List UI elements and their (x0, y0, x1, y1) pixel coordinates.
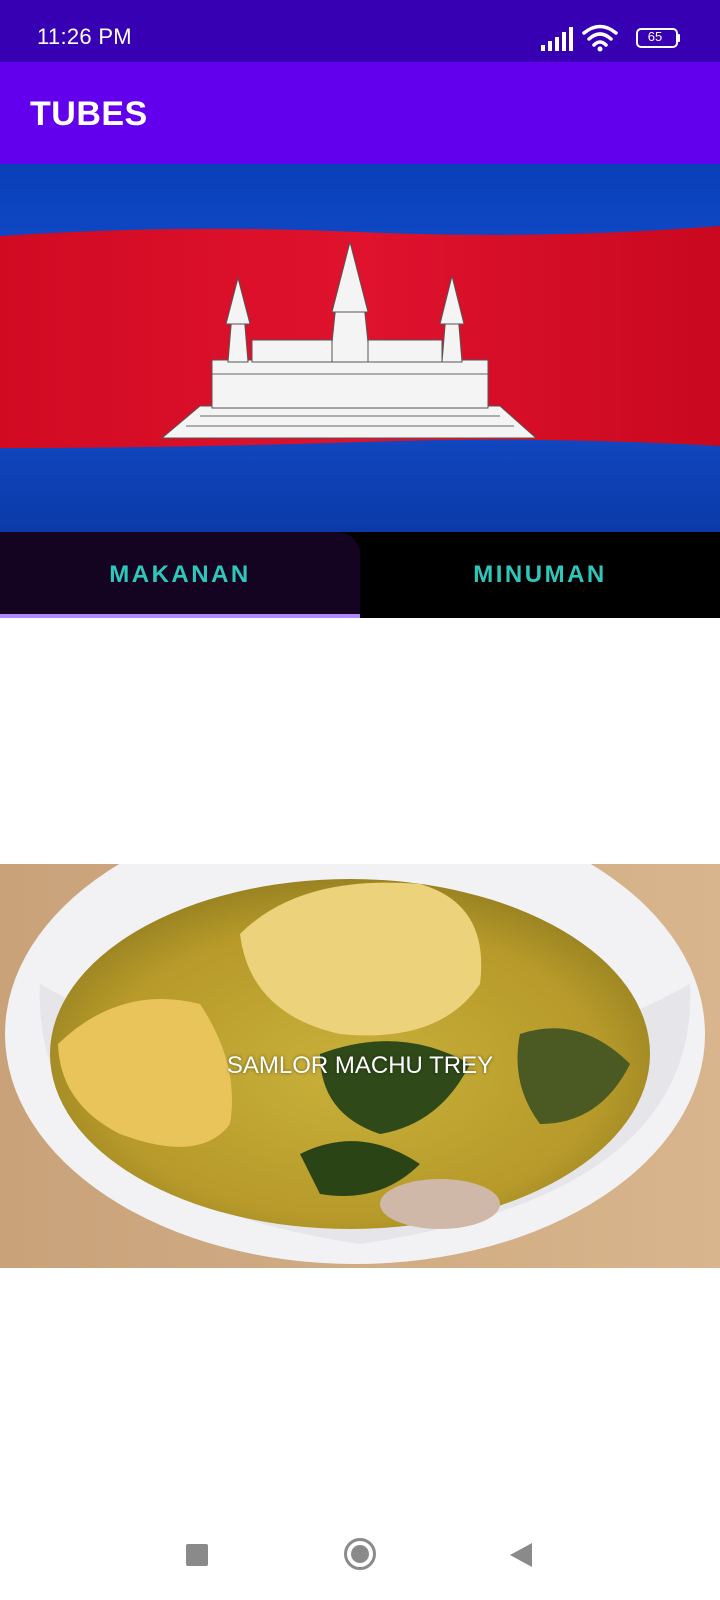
tab-bar: MAKANAN MINUMAN (0, 532, 720, 618)
tab-indicator (0, 614, 360, 618)
status-time: 11:26 PM (37, 24, 132, 49)
status-bar: 11:26 PM 65 (0, 0, 720, 62)
app-bar: TUBES (0, 62, 720, 164)
battery-icon: 65 (636, 28, 680, 48)
tab-minuman[interactable]: MINUMAN (360, 532, 720, 618)
recent-apps-icon[interactable] (186, 1544, 208, 1566)
cambodia-flag-image (0, 164, 720, 532)
tab-minuman-label: MINUMAN (473, 561, 607, 588)
wifi-icon (582, 24, 618, 52)
app-title: TUBES (30, 95, 148, 133)
signal-icon (541, 27, 573, 51)
tab-makanan-label: MAKANAN (109, 561, 251, 588)
home-icon[interactable] (343, 1537, 377, 1571)
back-icon[interactable] (508, 1541, 534, 1569)
battery-level: 65 (647, 29, 663, 44)
nav-bar (0, 1520, 720, 1600)
food-name: SAMLOR MACHU TREY (226, 1052, 494, 1079)
food-card[interactable]: SAMLOR MACHU TREY (0, 864, 720, 1268)
tab-makanan[interactable]: MAKANAN (0, 532, 360, 618)
